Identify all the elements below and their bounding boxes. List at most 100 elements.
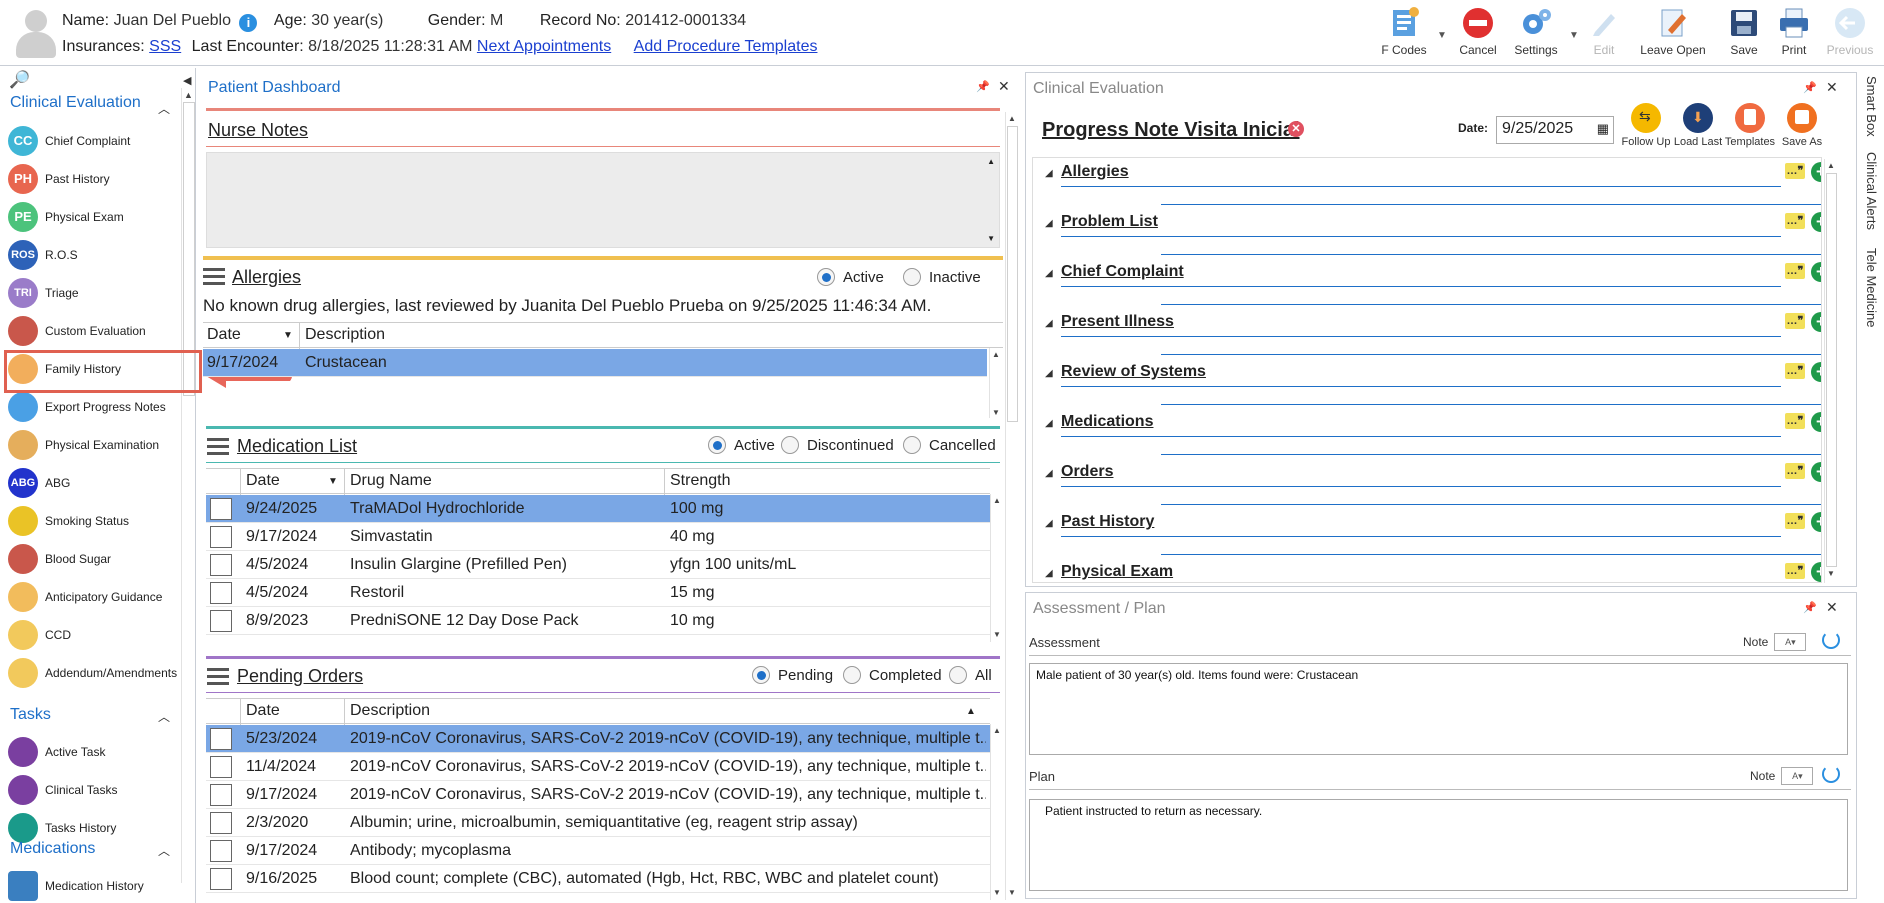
section-title[interactable]: Physical Exam [1061, 563, 1173, 581]
scroll-down-icon[interactable]: ▼ [1008, 888, 1016, 897]
expand-triangle-icon[interactable]: ◢ [1045, 468, 1053, 479]
column-header-drug-name[interactable]: Drug Name [350, 472, 432, 490]
pin-icon[interactable]: 📌 [976, 80, 990, 93]
row-checkbox[interactable] [210, 728, 232, 750]
table-row[interactable]: 9/17/2024 Simvastatin 40 mg [206, 523, 990, 551]
sidebar-item-anticipatory-guidance[interactable]: Anticipatory Guidance [8, 579, 184, 615]
scrollbar-thumb[interactable] [1826, 173, 1837, 567]
allergies-scrollbar[interactable]: ▲ ▼ [989, 348, 1003, 418]
font-dropdown[interactable]: A▾ [1774, 633, 1807, 651]
next-appointments-link[interactable]: Next Appointments [477, 38, 611, 55]
column-header-date[interactable]: Date [207, 326, 241, 344]
scroll-down-icon[interactable]: ▼ [1827, 569, 1835, 578]
sidebar-item-blood-sugar[interactable]: Blood Sugar [8, 541, 184, 577]
scroll-up-icon[interactable]: ▲ [1827, 161, 1835, 170]
sort-icon[interactable]: ▼ [283, 330, 293, 341]
section-title[interactable]: Review of Systems [1061, 363, 1206, 381]
info-icon[interactable]: i [239, 14, 258, 32]
section-clinical-evaluation[interactable]: Clinical Evaluation [10, 94, 141, 112]
assessment-textarea[interactable]: Male patient of 30 year(s) old. Items fo… [1029, 663, 1848, 755]
table-row[interactable]: 9/17/2024 2019-nCoV Coronavirus, SARS-CoV… [206, 781, 990, 809]
sidebar-item-custom-evaluation[interactable]: Custom Evaluation [8, 313, 184, 349]
sidebar-item-physical-exam[interactable]: PE Physical Exam [8, 199, 184, 235]
medications-active-radio[interactable]: Active [708, 436, 775, 454]
remove-note-icon[interactable]: ✕ [1288, 121, 1304, 137]
section-medications[interactable]: Medications [10, 840, 95, 858]
add-icon[interactable]: + [1811, 512, 1821, 532]
orders-pending-radio[interactable]: Pending [752, 666, 833, 684]
refresh-icon[interactable] [1822, 631, 1840, 649]
font-dropdown[interactable]: A▾ [1781, 767, 1814, 785]
section-past-history[interactable]: ◢ Past History …❞ + [1045, 512, 1821, 562]
previous-button[interactable]: Previous [1822, 4, 1878, 62]
add-icon[interactable]: + [1811, 412, 1821, 432]
column-header-date[interactable]: Date [246, 702, 280, 720]
sidebar-item-addendum-amendments[interactable]: Addendum/Amendments [8, 655, 184, 691]
section-medications[interactable]: ◢ Medications …❞ + [1045, 412, 1821, 462]
scroll-down-icon[interactable]: ▼ [993, 630, 1001, 639]
section-chief-complaint[interactable]: ◢ Chief Complaint …❞ + [1045, 262, 1821, 312]
quote-icon[interactable]: …❞ [1785, 213, 1805, 229]
pin-icon[interactable]: 📌 [1803, 601, 1817, 614]
allergies-inactive-radio[interactable]: Inactive [903, 268, 981, 286]
scroll-up-icon[interactable]: ▲ [993, 496, 1001, 505]
refresh-icon[interactable] [1822, 765, 1840, 783]
medications-cancelled-radio[interactable]: Cancelled [903, 436, 996, 454]
section-orders[interactable]: ◢ Orders …❞ + [1045, 462, 1821, 512]
row-checkbox[interactable] [210, 554, 232, 576]
row-checkbox[interactable] [210, 582, 232, 604]
scroll-down-icon[interactable]: ▼ [993, 888, 1001, 897]
row-checkbox[interactable] [210, 868, 232, 890]
medications-discontinued-radio[interactable]: Discontinued [781, 436, 894, 454]
row-checkbox[interactable] [210, 784, 232, 806]
chevron-up-icon[interactable]: ︿ [158, 100, 170, 117]
table-row[interactable]: 5/23/2024 2019-nCoV Coronavirus, SARS-CoV… [206, 725, 990, 753]
sidebar-item-triage[interactable]: TRI Triage [8, 275, 184, 311]
expand-triangle-icon[interactable]: ◢ [1045, 518, 1053, 529]
date-picker[interactable]: 9/25/2025 ▦ [1496, 116, 1614, 144]
expand-triangle-icon[interactable]: ◢ [1045, 418, 1053, 429]
expand-triangle-icon[interactable]: ◢ [1045, 218, 1053, 229]
row-checkbox[interactable] [210, 526, 232, 548]
sidebar-item-physical-examination[interactable]: Physical Examination [8, 427, 184, 463]
table-row[interactable]: 11/4/2024 2019-nCoV Coronavirus, SARS-CoV… [206, 753, 990, 781]
section-title[interactable]: Allergies [1061, 163, 1129, 181]
load-last-button[interactable]: ⬇ Load Last [1672, 103, 1724, 148]
quote-icon[interactable]: …❞ [1785, 363, 1805, 379]
sidebar-item-active-task[interactable]: Active Task [8, 734, 184, 770]
settings-button[interactable]: Settings [1508, 4, 1564, 62]
section-allergies[interactable]: ◢ Allergies …❞ + [1045, 162, 1821, 212]
templates-button[interactable]: Templates [1724, 103, 1776, 148]
orders-all-radio[interactable]: All [949, 666, 992, 684]
sidebar-scrollbar[interactable]: ▲ ▼ [181, 88, 195, 883]
add-icon[interactable]: + [1811, 362, 1821, 382]
sidebar-item-medication-history[interactable]: Medication History [8, 868, 184, 903]
quote-icon[interactable]: …❞ [1785, 413, 1805, 429]
section-title[interactable]: Problem List [1061, 213, 1158, 231]
allergies-active-radio[interactable]: Active [817, 268, 884, 286]
table-row[interactable]: 9/16/2025 Blood count; complete (CBC), au… [206, 865, 990, 893]
section-title[interactable]: Orders [1061, 463, 1113, 481]
close-icon[interactable]: ✕ [1826, 599, 1838, 616]
settings-dropdown-caret[interactable]: ▼ [1569, 30, 1579, 41]
sort-icon[interactable]: ▼ [328, 476, 338, 487]
chevron-up-icon[interactable]: ︿ [158, 708, 170, 725]
quote-icon[interactable]: …❞ [1785, 563, 1805, 579]
sidebar-item-smoking-status[interactable]: Smoking Status [8, 503, 184, 539]
sidebar-item-clinical-tasks[interactable]: Clinical Tasks [8, 772, 184, 808]
leave-open-button[interactable]: Leave Open [1636, 4, 1710, 62]
menu-icon[interactable] [203, 268, 225, 286]
column-header-strength[interactable]: Strength [670, 472, 730, 490]
medications-scrollbar[interactable]: ▲ ▼ [990, 494, 1004, 642]
section-review-of-systems[interactable]: ◢ Review of Systems …❞ + [1045, 362, 1821, 412]
section-title[interactable]: Past History [1061, 513, 1154, 531]
scroll-up-icon[interactable]: ▲ [992, 350, 1000, 359]
scrollbar-thumb[interactable] [1007, 126, 1018, 422]
scroll-up-icon[interactable]: ▲ [184, 90, 193, 100]
sidebar-item-chief-complaint[interactable]: CC Chief Complaint [8, 123, 184, 159]
edit-button[interactable]: Edit [1582, 4, 1626, 62]
column-header-description[interactable]: Description [350, 702, 430, 720]
orders-scrollbar[interactable]: ▲ ▼ [990, 724, 1004, 900]
sidebar-item-ccd[interactable]: CCD [8, 617, 184, 653]
add-icon[interactable]: + [1811, 212, 1821, 232]
